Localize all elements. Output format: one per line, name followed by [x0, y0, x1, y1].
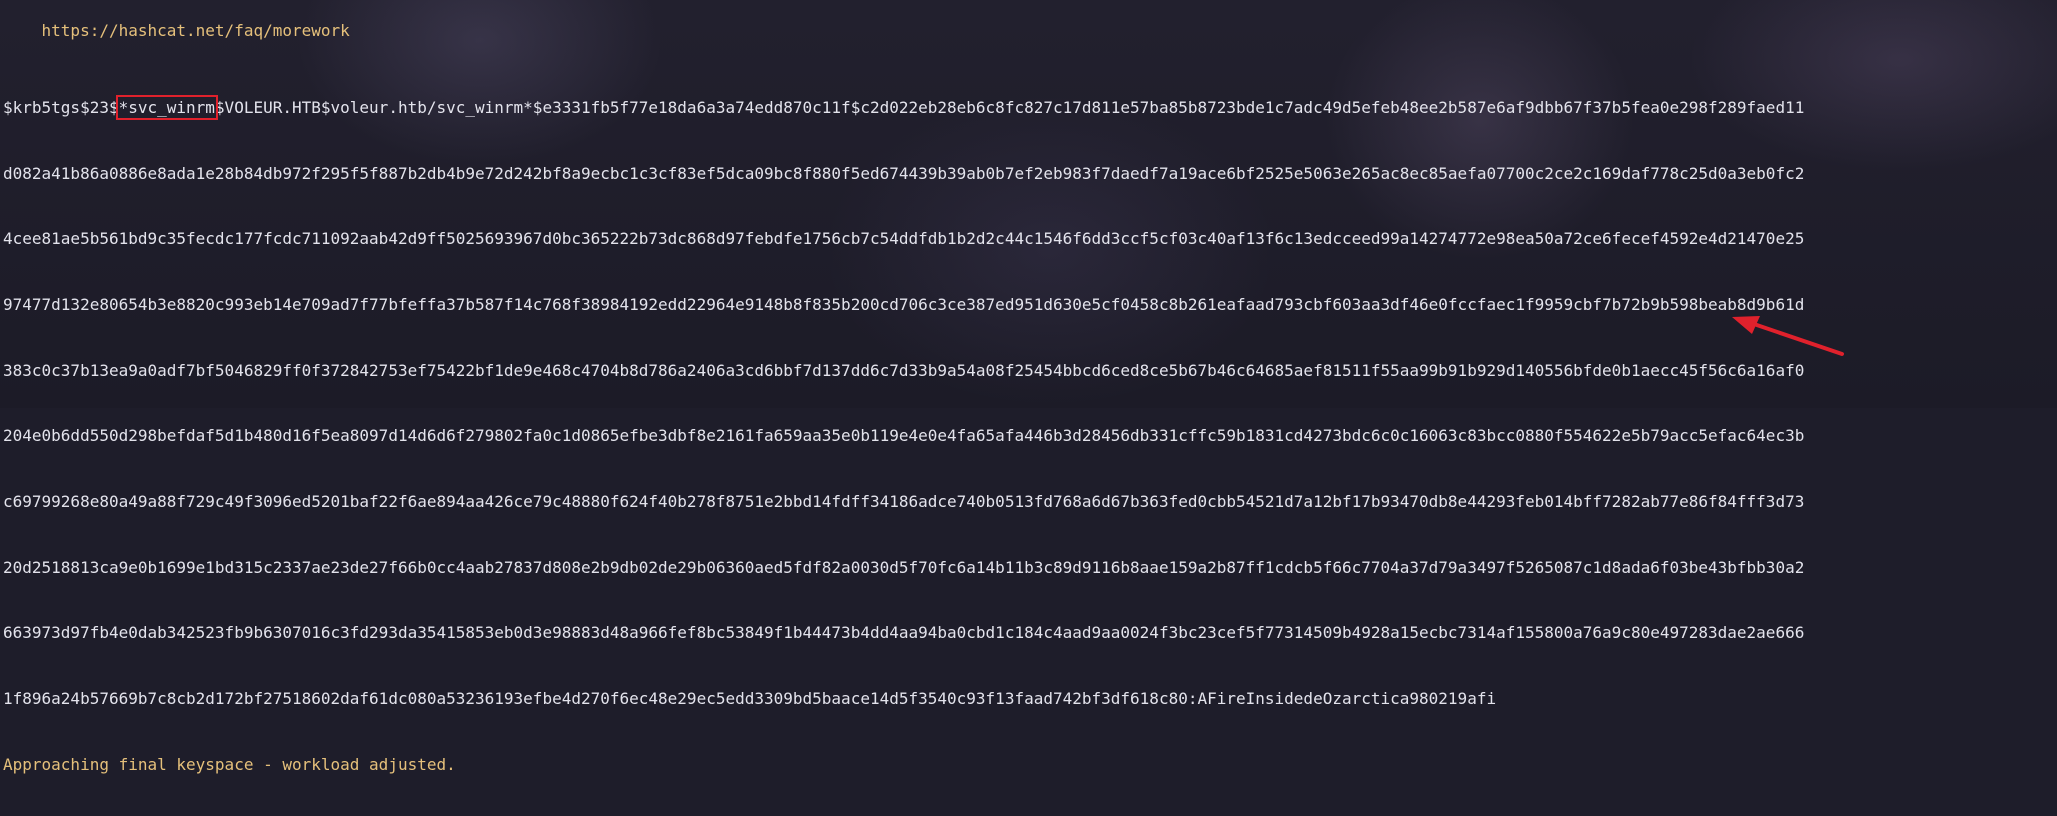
- hash-prefix: $krb5tgs$23$: [3, 97, 119, 117]
- hash-line: 663973d97fb4e0dab342523fb9b6307016c3fd29…: [3, 623, 1805, 643]
- hash-line: 204e0b6dd550d298befdaf5d1b480d16f5ea8097…: [3, 426, 1805, 446]
- hash-after-user: $VOLEUR.HTB$voleur.htb/svc_winrm*$e3331f…: [214, 97, 1805, 117]
- faq-url-line[interactable]: https://hashcat.net/faq/morework: [0, 0, 350, 40]
- highlighted-username: *svc_winrm: [115, 94, 218, 120]
- hash-line: 4cee81ae5b561bd9c35fecdc177fcdc711092aab…: [3, 229, 1805, 249]
- hash-line: d082a41b86a0886e8ada1e28b84db972f295f5f8…: [3, 163, 1805, 183]
- hash-line: 97477d132e80654b3e8820c993eb14e709ad7f77…: [3, 294, 1805, 314]
- hash-last-line-with-password: 1f896a24b57669b7c8cb2d172bf27518602daf61…: [3, 689, 1497, 709]
- faq-url[interactable]: https://hashcat.net/faq/morework: [42, 21, 350, 40]
- cracked-hash-block: $krb5tgs$23$*svc_winrm$VOLEUR.HTB$voleur…: [0, 53, 1804, 816]
- red-arrow-icon: [1732, 316, 1844, 356]
- hash-line: 20d2518813ca9e0b1699e1bd315c2337ae23de27…: [3, 557, 1805, 577]
- hash-line-1: $krb5tgs$23$*svc_winrm$VOLEUR.HTB$voleur…: [0, 94, 1805, 120]
- hash-line: c69799268e80a49a88f729c49f3096ed5201baf2…: [3, 492, 1805, 512]
- hash-line: 383c0c37b13ea9a0adf7bf5046829ff0f3728427…: [3, 360, 1805, 380]
- status-message: Approaching final keyspace - workload ad…: [3, 754, 456, 774]
